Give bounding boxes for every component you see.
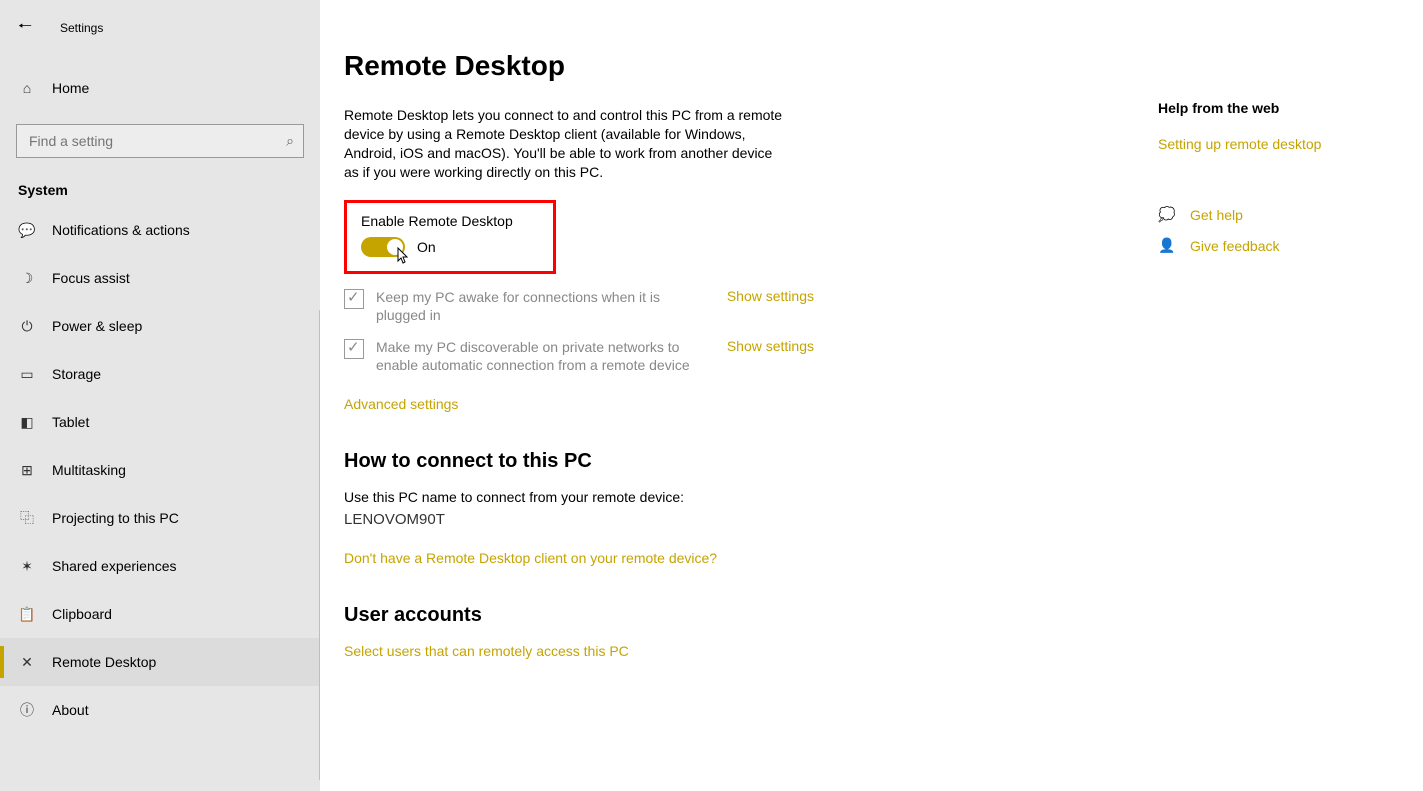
sidebar-item-power-sleep[interactable]: ⏻ Power & sleep: [0, 302, 320, 350]
sidebar-item-label: Multitasking: [52, 462, 126, 478]
how-to-connect-heading: How to connect to this PC: [344, 450, 814, 473]
sidebar-item-label: Clipboard: [52, 606, 112, 622]
user-accounts-heading: User accounts: [344, 604, 814, 627]
window-title: Settings: [60, 21, 103, 35]
page-title: Remote Desktop: [344, 50, 814, 82]
setup-remote-desktop-link[interactable]: Setting up remote desktop: [1158, 136, 1321, 152]
pc-name: LENOVOM90T: [344, 511, 814, 528]
sidebar-item-about[interactable]: ⓘ About: [0, 686, 320, 734]
sidebar-item-label: Remote Desktop: [52, 654, 156, 670]
keep-awake-label: Keep my PC awake for connections when it…: [376, 288, 666, 324]
home-label: Home: [52, 80, 89, 96]
sidebar-item-multitasking[interactable]: ⊞ Multitasking: [0, 446, 320, 494]
sidebar-item-label: About: [52, 702, 89, 718]
sidebar-item-notifications[interactable]: 💬 Notifications & actions: [0, 206, 320, 254]
how-to-connect-desc: Use this PC name to connect from your re…: [344, 489, 814, 505]
show-settings-link-1[interactable]: Show settings: [727, 288, 814, 304]
keep-awake-row: Keep my PC awake for connections when it…: [344, 288, 814, 324]
home-icon: ⌂: [18, 80, 36, 96]
multitasking-icon: ⊞: [18, 462, 36, 479]
remote-desktop-icon: ✕: [18, 654, 36, 671]
help-heading: Help from the web: [1158, 100, 1418, 116]
show-settings-link-2[interactable]: Show settings: [727, 338, 814, 354]
sidebar-item-clipboard[interactable]: 📋 Clipboard: [0, 590, 320, 638]
help-panel: Help from the web Setting up remote desk…: [1158, 100, 1418, 268]
get-help-icon: 💭: [1158, 206, 1176, 223]
storage-icon: ▭: [18, 366, 36, 383]
sidebar-item-tablet[interactable]: ◧ Tablet: [0, 398, 320, 446]
enable-remote-desktop-highlight: Enable Remote Desktop On: [344, 200, 556, 274]
enable-label: Enable Remote Desktop: [361, 213, 539, 229]
discoverable-checkbox[interactable]: [344, 339, 364, 359]
no-client-link[interactable]: Don't have a Remote Desktop client on yo…: [344, 550, 717, 566]
clipboard-icon: 📋: [18, 606, 36, 623]
notification-icon: 💬: [18, 222, 36, 239]
sidebar-item-label: Shared experiences: [52, 558, 177, 574]
select-users-link[interactable]: Select users that can remotely access th…: [344, 643, 629, 659]
power-icon: ⏻: [18, 318, 36, 335]
enable-remote-desktop-toggle[interactable]: [361, 237, 405, 257]
sidebar-item-label: Focus assist: [52, 270, 130, 286]
sidebar-item-home[interactable]: ⌂ Home: [0, 66, 320, 110]
discoverable-label: Make my PC discoverable on private netwo…: [376, 338, 696, 374]
sidebar-item-remote-desktop[interactable]: ✕ Remote Desktop: [0, 638, 320, 686]
sidebar-header: 🠐 Settings: [0, 8, 320, 48]
keep-awake-checkbox[interactable]: [344, 289, 364, 309]
discoverable-row: Make my PC discoverable on private netwo…: [344, 338, 814, 374]
sidebar: 🠐 Settings ⌂ Home ⌕ System 💬 Notificatio…: [0, 0, 320, 791]
toggle-state: On: [417, 239, 436, 255]
back-icon[interactable]: 🠐: [18, 15, 32, 42]
sidebar-item-label: Power & sleep: [52, 318, 142, 334]
toggle-knob: [387, 239, 403, 255]
sidebar-item-projecting[interactable]: ⿻ Projecting to this PC: [0, 494, 320, 542]
sidebar-item-label: Storage: [52, 366, 101, 382]
sidebar-item-shared-experiences[interactable]: ✶ Shared experiences: [0, 542, 320, 590]
search-icon: ⌕: [286, 133, 294, 150]
advanced-settings-link[interactable]: Advanced settings: [344, 396, 458, 412]
sidebar-item-label: Notifications & actions: [52, 222, 190, 238]
moon-icon: ☽: [18, 270, 36, 287]
sidebar-item-storage[interactable]: ▭ Storage: [0, 350, 320, 398]
info-icon: ⓘ: [18, 700, 36, 720]
sidebar-item-label: Tablet: [52, 414, 89, 430]
project-icon: ⿻: [18, 508, 36, 528]
sidebar-item-label: Projecting to this PC: [52, 510, 179, 526]
get-help-link[interactable]: Get help: [1190, 207, 1243, 223]
tablet-icon: ◧: [18, 414, 36, 431]
give-feedback-link[interactable]: Give feedback: [1190, 238, 1280, 254]
sidebar-item-focus-assist[interactable]: ☽ Focus assist: [0, 254, 320, 302]
share-icon: ✶: [18, 558, 36, 575]
search-input[interactable]: [16, 124, 304, 158]
page-description: Remote Desktop lets you connect to and c…: [344, 106, 784, 182]
category-label: System: [0, 158, 320, 206]
feedback-icon: 👤: [1158, 237, 1176, 254]
main-content: Remote Desktop Remote Desktop lets you c…: [320, 0, 1423, 791]
